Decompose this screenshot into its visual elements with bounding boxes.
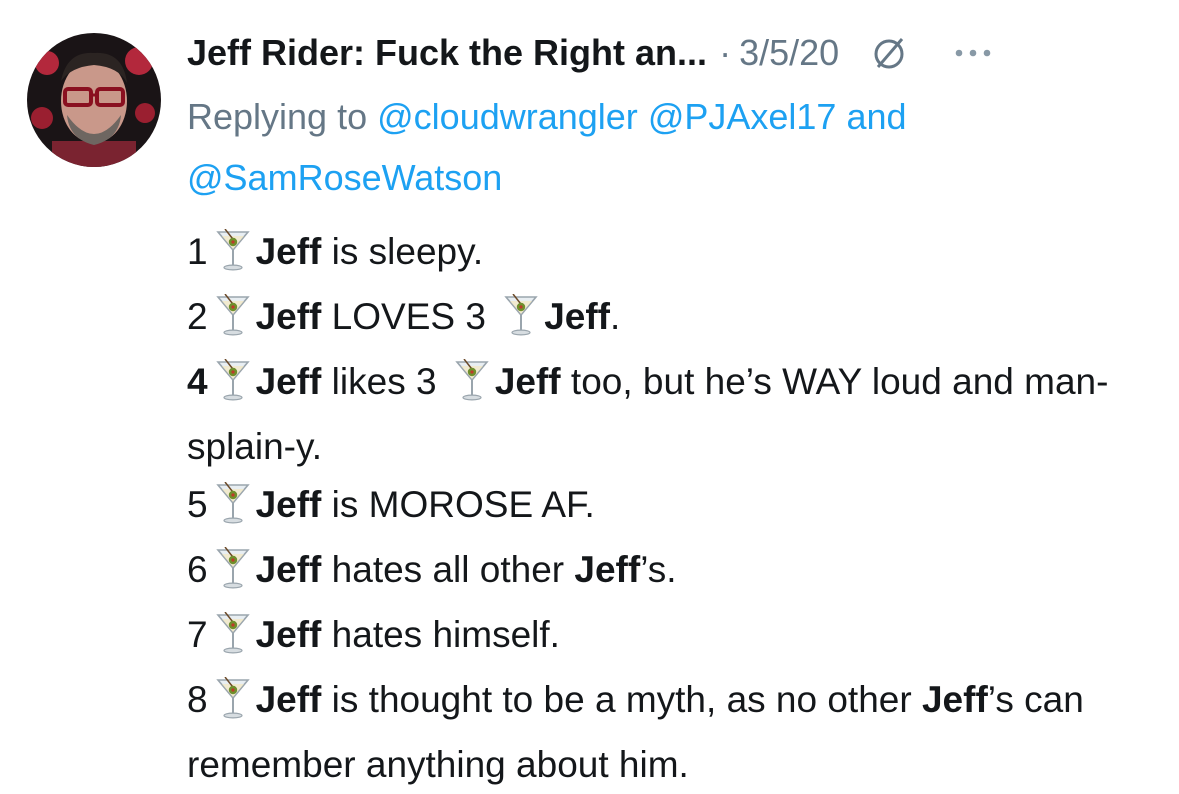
cocktail-glass-emoji-icon [215,481,250,541]
text-span: LOVES 3 [321,296,497,337]
bold-name: Jeff [255,614,322,655]
reply-context: Replying to @cloudwrangler @PJAxel17 and… [187,86,1147,208]
cocktail-glass-emoji-icon [215,546,250,606]
mention-link[interactable]: @cloudwrangler [377,96,638,137]
line-number: 8 [187,679,208,720]
cocktail-glass-emoji-icon [504,293,538,353]
tweet-text: 1 Jeff is sleepy. 2 Jeff LOVES 3 Jeff. 4 Jeff… [187,223,1162,794]
author-name[interactable]: Jeff Rider: Fuck the Right an... [187,32,707,74]
tweet-line: 7 Jeff hates himself. [187,606,1162,671]
bold-name: Jeff [255,296,322,337]
line-number: 7 [187,614,208,655]
tweet-line: 8 Jeff is thought to be a myth, as no oth… [187,671,1162,794]
text-span: ’s. [640,549,677,590]
and-text: and [846,96,907,137]
cocktail-glass-emoji-icon [215,676,250,736]
separator-dot: · [719,32,732,73]
text-span: . [610,296,621,337]
bold-name: Jeff [921,679,988,720]
cocktail-glass-emoji-icon [455,358,489,418]
cocktail-glass-emoji-icon [215,293,250,353]
text-span: is MOROSE AF. [321,484,595,525]
no-entry-sign-icon[interactable] [869,33,909,73]
bold-name: Jeff [255,549,322,590]
text-span: likes 3 [321,361,447,402]
text-span: hates himself. [321,614,560,655]
bold-name: Jeff [255,361,322,402]
bold-name: Jeff [544,296,611,337]
tweet-line: 2 Jeff LOVES 3 Jeff. [187,288,1162,353]
bold-name: Jeff [255,231,322,272]
tweet-line: 6 Jeff hates all other Jeff’s. [187,541,1162,606]
more-dots-icon[interactable] [953,47,993,59]
cocktail-glass-emoji-icon [215,611,250,671]
line-number: 6 [187,549,208,590]
text-span: hates all other [321,549,575,590]
avatar-image [27,33,161,167]
mention-link[interactable]: @SamRoseWatson [187,157,502,198]
text-span: is thought to be a myth, as no other [321,679,922,720]
avatar[interactable] [27,33,161,167]
tweet-line: 4 Jeff likes 3 Jeff too, but he’s WAY lou… [187,353,1162,476]
line-number: 4 [187,361,208,402]
tweet-date[interactable]: 3/5/20 [739,32,839,74]
line-number: 5 [187,484,208,525]
replying-to-label: Replying to [187,96,368,137]
tweet-line: 1 Jeff is sleepy. [187,223,1162,288]
text-span: is sleepy. [321,231,484,272]
bold-name: Jeff [494,361,561,402]
mention-link[interactable]: @PJAxel17 [648,96,837,137]
bold-name: Jeff [574,549,641,590]
line-number: 1 [187,231,208,272]
bold-name: Jeff [255,484,322,525]
tweet-line: 5 Jeff is MOROSE AF. [187,476,1162,541]
line-number: 2 [187,296,208,337]
cocktail-glass-emoji-icon [215,228,250,288]
bold-name: Jeff [255,679,322,720]
cocktail-glass-emoji-icon [215,358,250,418]
